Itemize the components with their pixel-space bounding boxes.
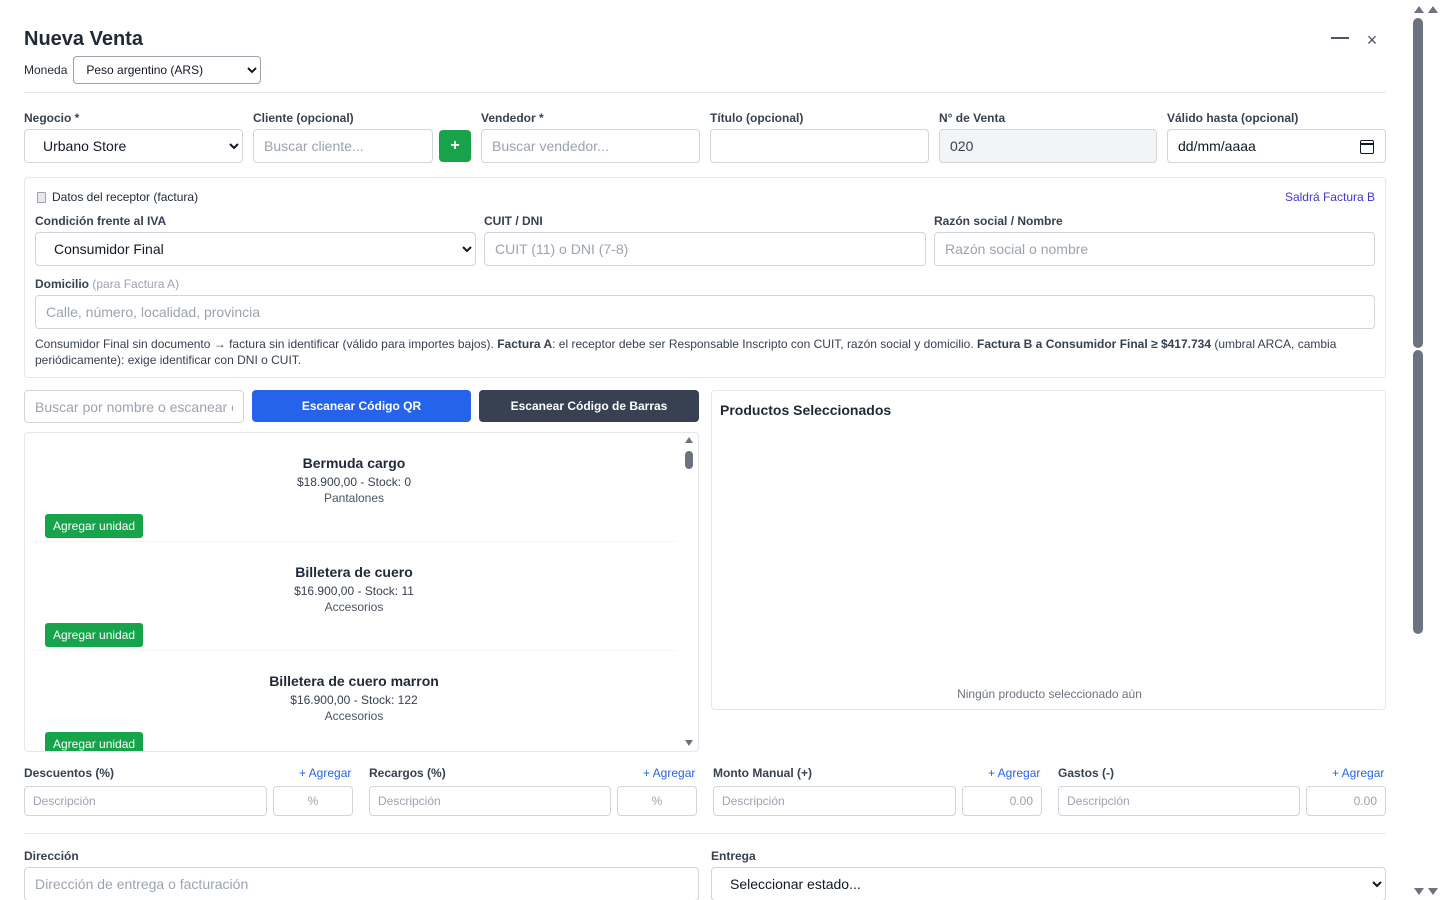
monto-manual-label: Monto Manual (+) — [713, 766, 812, 780]
descuento-descripcion-input[interactable] — [24, 786, 267, 816]
domicilio-input[interactable] — [35, 295, 1375, 329]
cuit-dni-input[interactable] — [484, 232, 926, 266]
descuento-percent-input[interactable] — [273, 786, 353, 816]
product-search-input[interactable] — [24, 390, 244, 423]
product-price-stock: $18.900,00 - Stock: 0 — [296, 475, 412, 489]
condicion-iva-select[interactable]: Consumidor Final — [35, 232, 476, 266]
razon-social-label: Razón social / Nombre — [934, 214, 1063, 228]
scroll-down-arrow-icon[interactable] — [685, 740, 693, 746]
factura-type-badge: Saldrá Factura B — [1284, 190, 1375, 204]
product-name: Billetera de cuero marron — [269, 673, 439, 689]
product-card: Billetera de cuero $16.900,00 - Stock: 1… — [33, 542, 675, 651]
numero-venta-input — [939, 129, 1157, 163]
receptor-title-text: Datos del receptor (factura) — [52, 190, 199, 204]
selected-products-title: Productos Seleccionados — [720, 402, 892, 418]
negocio-label: Negocio * — [24, 111, 80, 125]
product-price-stock: $16.900,00 - Stock: 122 — [290, 693, 418, 707]
domicilio-label: Domicilio (para Factura A) — [35, 277, 180, 291]
recargo-descripcion-input[interactable] — [369, 786, 611, 816]
moneda-label: Moneda — [24, 63, 68, 77]
product-name: Bermuda cargo — [302, 455, 406, 471]
divider — [24, 833, 1386, 834]
monto-manual-amount-input[interactable] — [962, 786, 1042, 816]
valido-hasta-date-input[interactable] — [1167, 129, 1386, 163]
product-list-scrollbar-thumb[interactable] — [685, 451, 693, 469]
minimize-icon[interactable] — [1330, 28, 1350, 48]
product-card: Bermuda cargo $18.900,00 - Stock: 0 Pant… — [33, 433, 675, 542]
negocio-select[interactable]: Urbano Store — [24, 129, 243, 163]
calendar-icon[interactable] — [1360, 140, 1374, 154]
scroll-up-arrow-icon[interactable] — [685, 437, 693, 443]
product-category: Accesorios — [324, 709, 384, 723]
titulo-input[interactable] — [710, 129, 929, 163]
page-scrollbar-thumb[interactable] — [1413, 350, 1423, 634]
product-card: Billetera de cuero marron $16.900,00 - S… — [33, 651, 675, 751]
vendedor-search-input[interactable] — [481, 129, 700, 163]
monto-manual-descripcion-input[interactable] — [713, 786, 956, 816]
add-recargo-link[interactable]: + Agregar — [643, 766, 695, 780]
add-unit-button[interactable]: Agregar unidad — [45, 732, 144, 751]
factura-help-note: Consumidor Final sin documento → factura… — [35, 337, 1337, 367]
gasto-amount-input[interactable] — [1306, 786, 1386, 816]
add-unit-button[interactable]: Agregar unidad — [45, 623, 144, 647]
scroll-down-arrow-icon[interactable] — [1414, 888, 1424, 895]
condicion-iva-label: Condición frente al IVA — [35, 214, 167, 228]
scroll-up-arrow-icon[interactable] — [1414, 6, 1424, 13]
vendedor-label: Vendedor * — [481, 111, 544, 125]
recargos-label: Recargos (%) — [369, 766, 446, 780]
titulo-label: Título (opcional) — [710, 111, 804, 125]
product-category: Pantalones — [323, 491, 385, 505]
cuit-dni-label: CUIT / DNI — [484, 214, 543, 228]
scan-barcode-button[interactable]: Escanear Código de Barras — [479, 390, 699, 422]
product-name: Billetera de cuero — [295, 564, 413, 580]
domicilio-hint: (para Factura A) — [92, 277, 180, 291]
gasto-descripcion-input[interactable] — [1058, 786, 1300, 816]
receptor-title: Datos del receptor (factura) — [37, 190, 198, 204]
add-monto-manual-link[interactable]: + Agregar — [988, 766, 1040, 780]
scan-qr-button[interactable]: Escanear Código QR — [252, 390, 471, 422]
recargo-percent-input[interactable] — [617, 786, 697, 816]
add-cliente-button[interactable]: + — [439, 130, 471, 162]
add-gasto-link[interactable]: + Agregar — [1332, 766, 1384, 780]
add-descuento-link[interactable]: + Agregar — [299, 766, 351, 780]
page-scrollbar-thumb[interactable] — [1413, 18, 1423, 348]
selected-products-panel: Productos Seleccionados Ningún producto … — [711, 390, 1386, 710]
entrega-select[interactable]: Seleccionar estado... — [711, 867, 1386, 900]
numero-venta-label: N° de Venta — [939, 111, 1006, 125]
direccion-label: Dirección — [24, 849, 79, 863]
direccion-input[interactable] — [24, 867, 699, 900]
entrega-label: Entrega — [711, 849, 756, 863]
cliente-label: Cliente (opcional) — [253, 111, 354, 125]
nueva-venta-modal: Nueva Venta × Moneda Peso argentino (ARS… — [0, 0, 1410, 900]
razon-social-input[interactable] — [934, 232, 1375, 266]
close-icon[interactable]: × — [1362, 29, 1382, 51]
product-list[interactable]: Bermuda cargo $18.900,00 - Stock: 0 Pant… — [24, 432, 699, 752]
page-title: Nueva Venta — [24, 28, 143, 50]
gastos-label: Gastos (-) — [1058, 766, 1115, 780]
selected-products-empty: Ningún producto seleccionado aún — [957, 687, 1142, 701]
product-price-stock: $16.900,00 - Stock: 11 — [294, 584, 414, 598]
scroll-down-arrow-icon[interactable] — [1428, 888, 1438, 895]
valido-hasta-label: Válido hasta (opcional) — [1167, 111, 1299, 125]
receptor-panel: Datos del receptor (factura) Saldrá Fact… — [24, 177, 1386, 378]
moneda-row: Moneda Peso argentino (ARS) — [24, 56, 262, 84]
product-category: Accesorios — [324, 600, 384, 614]
document-icon — [37, 191, 46, 203]
descuentos-label: Descuentos (%) — [24, 766, 115, 780]
add-unit-button[interactable]: Agregar unidad — [45, 514, 144, 538]
scroll-up-arrow-icon[interactable] — [1428, 6, 1438, 13]
moneda-select[interactable]: Peso argentino (ARS) — [73, 56, 262, 84]
divider — [24, 92, 1386, 93]
cliente-search-input[interactable] — [253, 129, 433, 163]
